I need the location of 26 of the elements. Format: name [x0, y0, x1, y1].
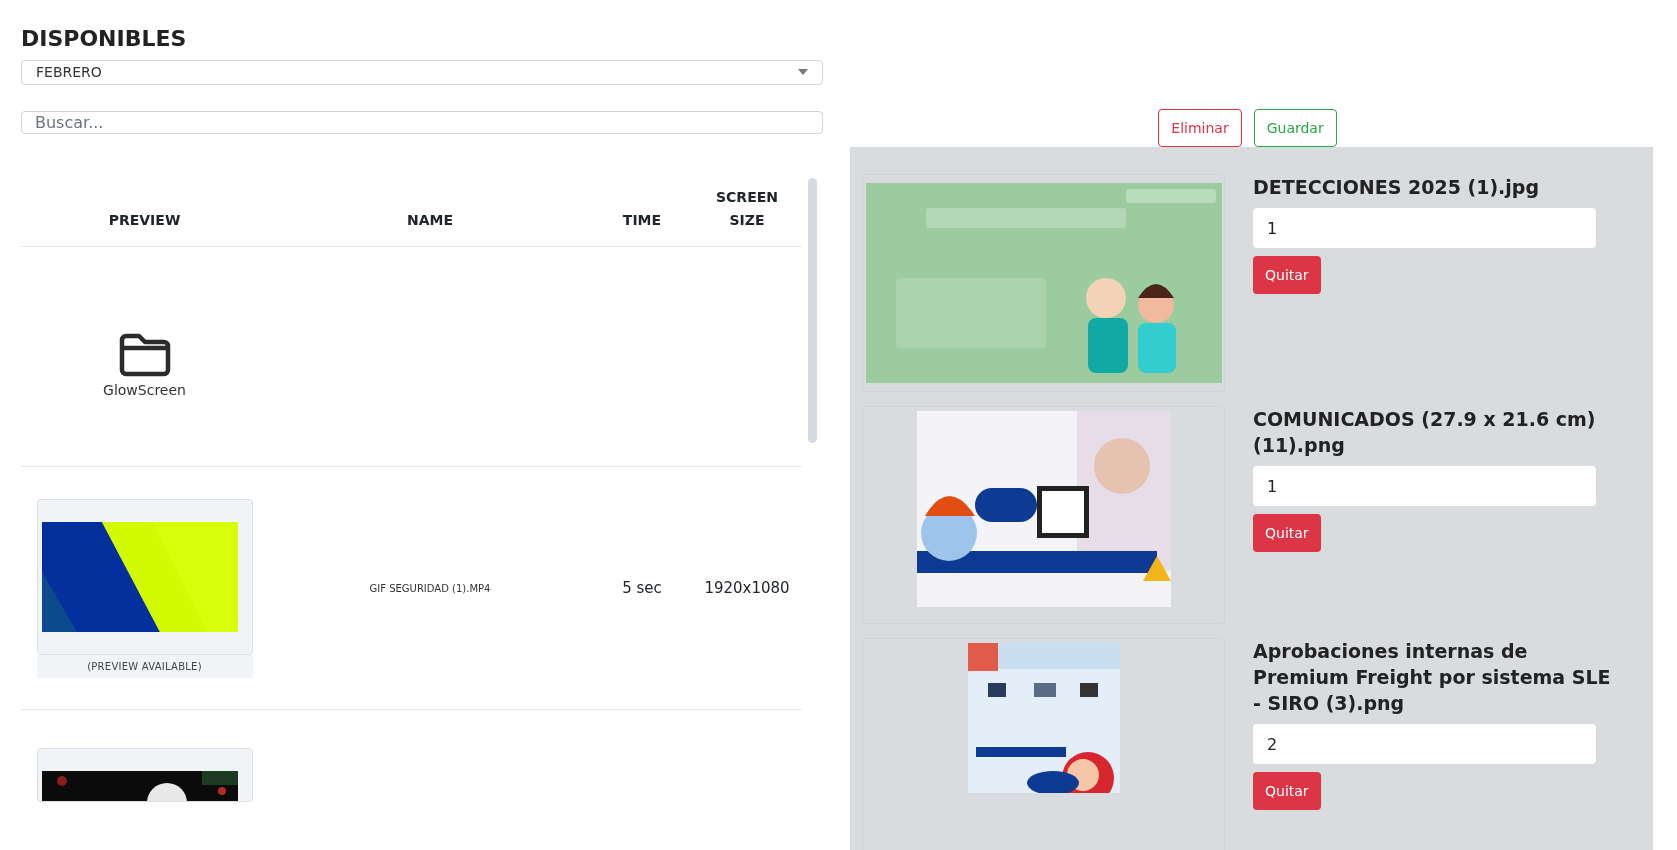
preview-caption: (PREVIEW AVAILABLE) — [36, 654, 253, 678]
month-select[interactable]: FEBRERO — [21, 60, 823, 85]
playlist-item-title: COMUNICADOS (27.9 x 21.6 cm) (11).png — [1253, 407, 1597, 458]
playlist-item-title: DETECCIONES 2025 (1).jpg — [1253, 175, 1540, 200]
preview-card[interactable] — [36, 748, 253, 802]
media-name: GIF SEGURIDAD (1).MP4 — [369, 581, 491, 596]
remove-button[interactable]: Quitar — [1253, 514, 1321, 552]
media-time: 5 sec — [622, 577, 662, 599]
section-heading: DISPONIBLES — [21, 25, 187, 53]
preview-card[interactable] — [36, 498, 253, 655]
repeat-field[interactable]: 1 — [1253, 208, 1596, 248]
column-header: TIME — [622, 211, 662, 230]
scrollbar[interactable] — [808, 178, 817, 443]
repeat-field[interactable]: 1 — [1253, 466, 1596, 506]
folder-label: GlowScreen — [103, 381, 186, 400]
search-field[interactable]: Buscar... — [21, 110, 823, 134]
column-header: NAME — [406, 211, 453, 230]
caret-icon — [798, 69, 808, 76]
remove-button[interactable]: Quitar — [1253, 256, 1321, 294]
folder-icon[interactable] — [117, 332, 172, 378]
remove-button[interactable]: Quitar — [1253, 772, 1321, 810]
column-header: PREVIEW — [108, 211, 181, 230]
column-header: SCREEN SIZE — [715, 188, 779, 230]
repeat-field[interactable]: 2 — [1253, 724, 1596, 764]
media-screen-size: 1920x1080 — [704, 577, 790, 599]
playlist-item-title: Aprobaciones internas de Premium Freight por sistema SLE - SIRO (3).png — [1253, 639, 1612, 716]
